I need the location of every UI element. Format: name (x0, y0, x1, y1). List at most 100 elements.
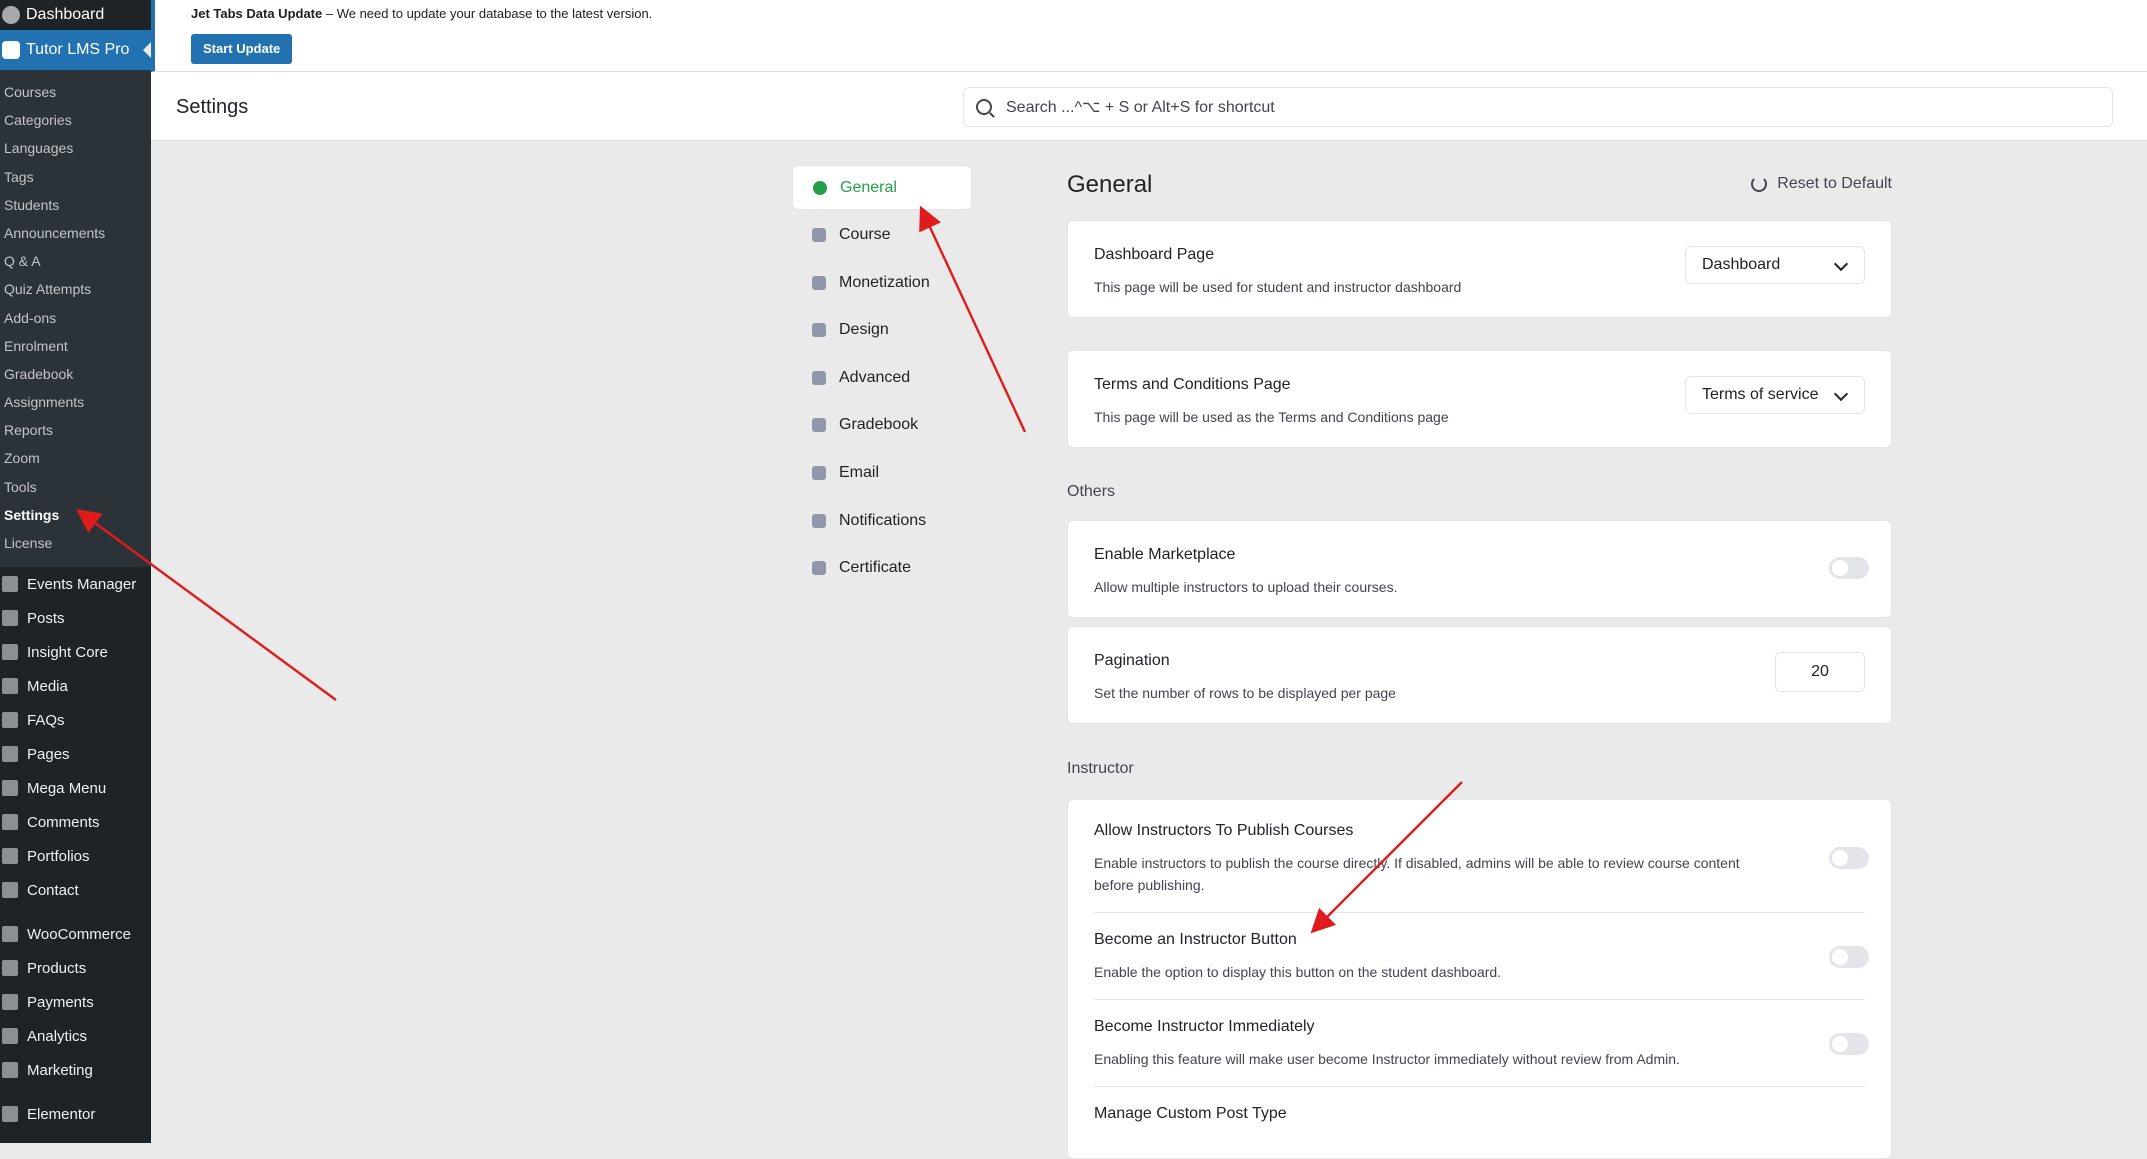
sidebar-item-contact[interactable]: Contact (0, 873, 151, 907)
setting-title: Become Instructor Immediately (1094, 1018, 1315, 1035)
sidebar-item-tutor-lms[interactable]: Tutor LMS Pro (0, 30, 151, 70)
sidebar-item-label: Payments (27, 993, 94, 1011)
submenu-item-languages[interactable]: Languages (0, 134, 151, 162)
sidebar-item-portfolios[interactable]: Portfolios (0, 839, 151, 873)
sidebar-item-elementor[interactable]: Elementor (0, 1097, 151, 1131)
sidebar-item-posts[interactable]: Posts (0, 601, 151, 635)
sidebar-item-label: Comments (27, 813, 100, 831)
sidebar-item-label: Marketing (27, 1061, 93, 1079)
sidebar-item-pages[interactable]: Pages (0, 737, 151, 771)
tab-gradebook[interactable]: Gradebook (792, 403, 972, 448)
sidebar-item-insight-core[interactable]: Insight Core (0, 635, 151, 669)
tab-label: Advanced (839, 368, 911, 386)
tab-advanced[interactable]: Advanced (792, 355, 972, 400)
book-icon (812, 228, 826, 243)
submenu-item-enrolment[interactable]: Enrolment (0, 332, 151, 360)
folder-icon (2, 848, 18, 865)
tab-monetization[interactable]: Monetization (792, 260, 972, 305)
sidebar-item-label: FAQs (27, 711, 65, 729)
pagination-input[interactable]: 20 (1775, 652, 1865, 692)
sidebar-item-comments[interactable]: Comments (0, 805, 151, 839)
instructor-toggle[interactable] (1829, 1033, 1869, 1055)
sidebar-item-payments[interactable]: Payments (0, 985, 151, 1019)
setting-title: Pagination (1094, 652, 1170, 669)
sidebar-item-label: Products (27, 959, 87, 977)
select-value: Terms of service (1702, 386, 1819, 403)
submenu-item-announcements[interactable]: Announcements (0, 219, 151, 247)
instructor-setting-row: Become Instructor Immediately Enabling th… (1094, 1000, 1869, 1086)
submenu-item-license[interactable]: License (0, 529, 151, 557)
start-update-button[interactable]: Start Update (191, 34, 293, 64)
setting-desc: Enable instructors to publish the course… (1094, 855, 1740, 893)
sidebar-item-events-manager[interactable]: Events Manager (0, 567, 151, 601)
submenu-item-q-a[interactable]: Q & A (0, 247, 151, 275)
setting-desc: Enabling this feature will make user bec… (1094, 1051, 1680, 1067)
notice-text: Jet Tabs Data Update – We need to update… (191, 6, 652, 21)
tab-course[interactable]: Course (792, 213, 972, 258)
sidebar-item-analytics[interactable]: Analytics (0, 1019, 151, 1053)
submenu-item-students[interactable]: Students (0, 191, 151, 219)
tab-email[interactable]: Email (792, 451, 972, 496)
setting-title: Allow Instructors To Publish Courses (1094, 822, 1354, 839)
search-box[interactable] (963, 87, 2113, 128)
notice-message: – We need to update your database to the… (322, 6, 653, 21)
current-indicator (143, 42, 151, 58)
submenu-item-add-ons[interactable]: Add-ons (0, 304, 151, 332)
gradebook-icon (812, 418, 826, 433)
submenu-item-reports[interactable]: Reports (0, 416, 151, 444)
megaphone-icon (2, 1062, 18, 1079)
dashboard-page-select[interactable]: Dashboard (1685, 246, 1865, 284)
toggle-knob (1832, 1036, 1848, 1052)
dashboard-page-card: Dashboard Page This page will be used fo… (1067, 220, 1892, 318)
select-value: Dashboard (1702, 256, 1781, 273)
sidebar-item-media[interactable]: Media (0, 669, 151, 703)
tab-notifications[interactable]: Notifications (792, 498, 972, 543)
reset-label: Reset to Default (1777, 175, 1892, 192)
setting-title: Become an Instructor Button (1094, 931, 1297, 948)
sidebar-item-label: Media (27, 677, 68, 695)
sidebar-item-label: Tutor LMS Pro (26, 41, 130, 58)
search-input[interactable] (1004, 88, 2008, 128)
tab-label: General (840, 178, 897, 196)
palette-icon (812, 323, 826, 338)
submenu-item-courses[interactable]: Courses (0, 78, 151, 106)
sidebar-item-label: Posts (27, 609, 65, 627)
sidebar-item-label: Events Manager (27, 575, 137, 593)
submenu-item-categories[interactable]: Categories (0, 106, 151, 134)
toggle-knob (1832, 560, 1848, 576)
submenu-item-tags[interactable]: Tags (0, 163, 151, 191)
submenu-item-quiz-attempts[interactable]: Quiz Attempts (0, 275, 151, 303)
pagination-row: Pagination Set the number of rows to be … (1094, 652, 1865, 704)
pin-icon (2, 610, 18, 627)
tutor-icon (2, 41, 20, 59)
pagination-card: Pagination Set the number of rows to be … (1067, 626, 1892, 724)
sidebar-item-woocommerce[interactable]: WooCommerce (0, 917, 151, 951)
tab-certificate[interactable]: Certificate (792, 546, 972, 591)
submenu-item-assignments[interactable]: Assignments (0, 388, 151, 416)
marketplace-toggle[interactable] (1829, 557, 1869, 579)
tab-design[interactable]: Design (792, 308, 972, 353)
dollar-icon (2, 994, 18, 1011)
reset-to-default-button[interactable]: Reset to Default (1751, 175, 1892, 193)
terms-page-select[interactable]: Terms of service (1685, 376, 1865, 414)
sidebar-item-marketing[interactable]: Marketing (0, 1053, 151, 1087)
instructor-toggle[interactable] (1829, 946, 1869, 968)
toggle-knob (1832, 850, 1848, 866)
submenu-item-tools[interactable]: Tools (0, 473, 151, 501)
sidebar-item-label: WooCommerce (27, 925, 131, 943)
instructor-card: Allow Instructors To Publish Courses Enab… (1067, 799, 1892, 1159)
submenu-item-zoom[interactable]: Zoom (0, 444, 151, 472)
sidebar-item-dashboard[interactable]: Dashboard (0, 0, 151, 30)
sidebar-item-mega-menu[interactable]: Mega Menu (0, 771, 151, 805)
sidebar-item-label: Contact (27, 881, 79, 899)
instructor-toggle[interactable] (1829, 847, 1869, 869)
sidebar-item-products[interactable]: Products (0, 951, 151, 985)
instructor-setting-row: Allow Instructors To Publish Courses Enab… (1094, 800, 1869, 912)
submenu-item-gradebook[interactable]: Gradebook (0, 360, 151, 388)
tab-general[interactable]: General (792, 165, 972, 210)
email-icon (812, 466, 826, 481)
section-title: General (1067, 171, 1153, 198)
submenu-item-settings[interactable]: Settings (0, 501, 151, 529)
sidebar-item-faqs[interactable]: FAQs (0, 703, 151, 737)
media-icon (2, 678, 18, 695)
